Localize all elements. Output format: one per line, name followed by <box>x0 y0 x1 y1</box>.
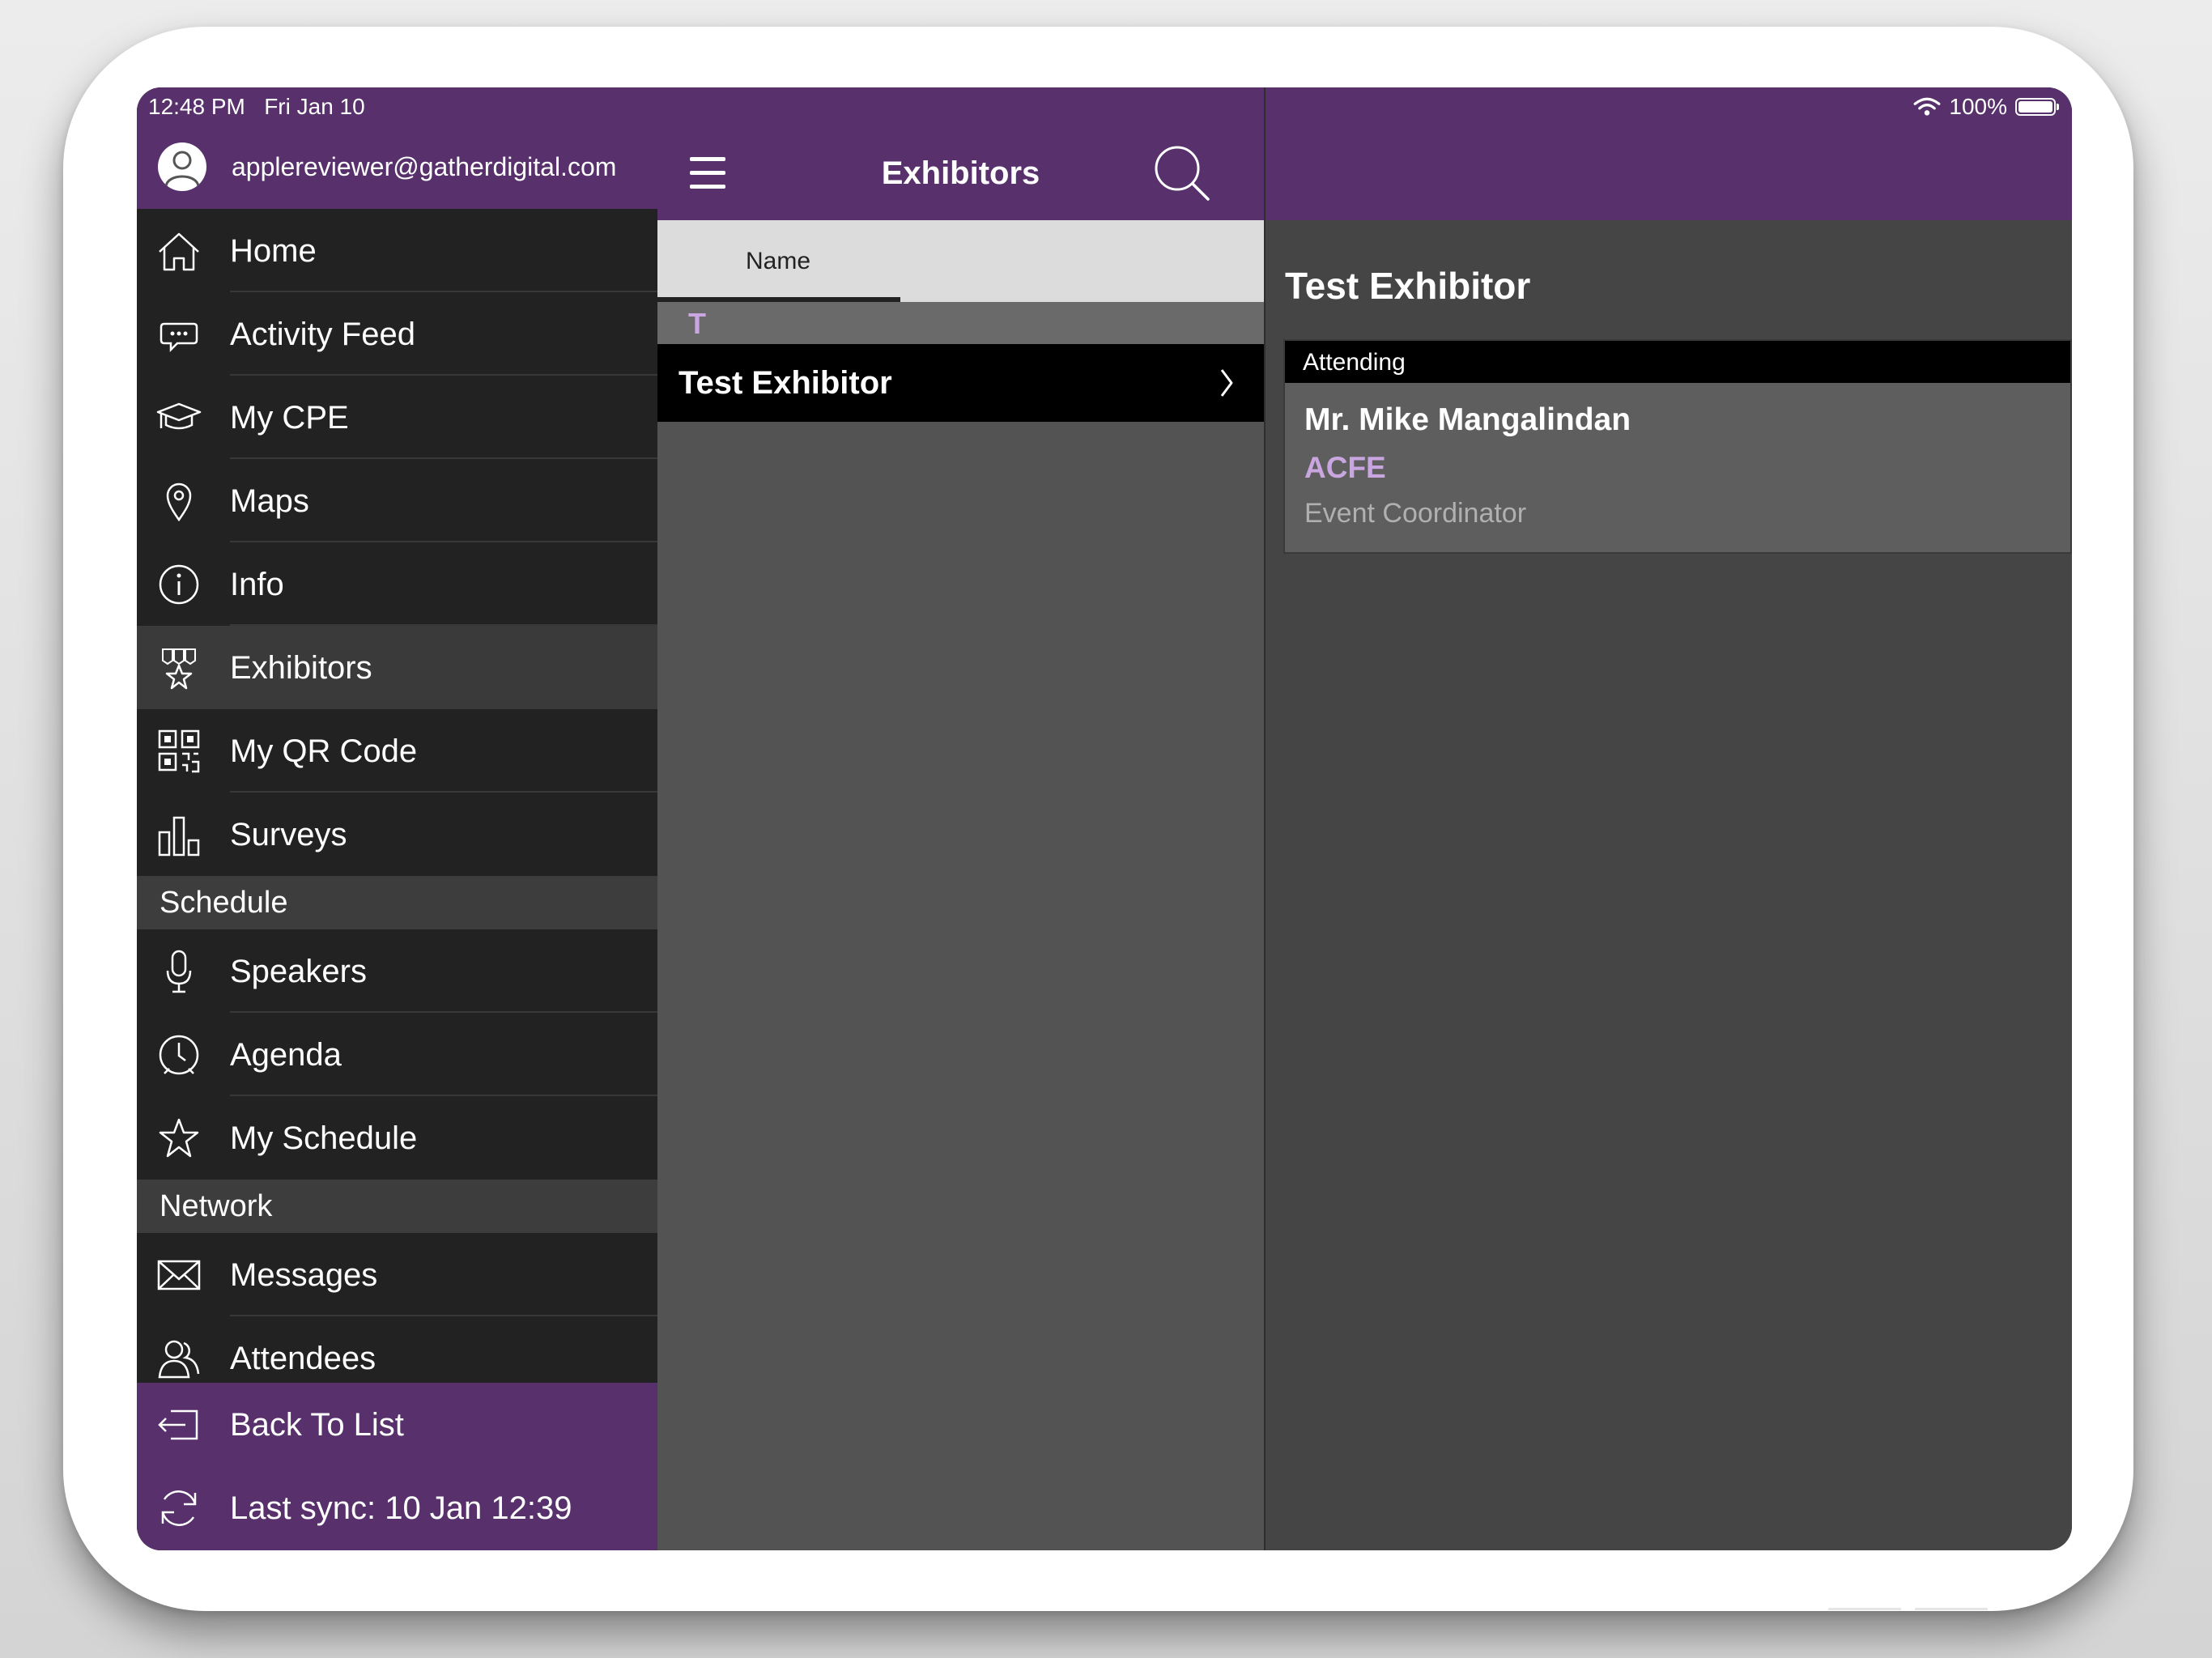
graduation-cap-icon <box>156 396 202 440</box>
sidebar-item-label: Messages <box>230 1257 378 1293</box>
sidebar-item-speakers[interactable]: Speakers <box>137 929 657 1013</box>
sort-tab-bar: Name <box>657 220 1264 302</box>
sidebar-item-label: Agenda <box>230 1037 342 1073</box>
sidebar-item-label: Home <box>230 233 317 269</box>
status-bar: 12:48 PM Fri Jan 10 100% <box>137 87 2072 126</box>
section-header-network: Network <box>137 1180 657 1233</box>
last-sync-label: Last sync: 10 Jan 12:39 <box>230 1490 572 1526</box>
battery-percent: 100% <box>1949 94 2007 119</box>
sidebar-item-my-qr-code[interactable]: My QR Code <box>137 709 657 793</box>
section-index-header: T <box>657 302 1264 344</box>
sync-button[interactable]: Last sync: 10 Jan 12:39 <box>137 1466 657 1550</box>
sidebar-item-label: Surveys <box>230 817 347 852</box>
sidebar-item-label: My QR Code <box>230 733 418 769</box>
chat-bubble-icon <box>156 312 202 356</box>
user-email: applereviewer@gatherdigital.com <box>232 152 617 181</box>
back-to-list-label: Back To List <box>230 1407 404 1443</box>
tab-label: Name <box>746 248 811 274</box>
sidebar-item-label: Speakers <box>230 954 367 989</box>
home-indicator <box>1915 1608 1988 1610</box>
envelope-icon <box>156 1253 202 1297</box>
back-to-list-button[interactable]: Back To List <box>137 1383 657 1466</box>
sidebar-item-maps[interactable]: Maps <box>137 459 657 542</box>
list-item-label: Test Exhibitor <box>678 365 892 401</box>
sidebar-item-activity-feed[interactable]: Activity Feed <box>137 292 657 376</box>
status-indicators: 100% <box>1913 94 2059 120</box>
sidebar-item-label: Info <box>230 567 284 602</box>
sidebar-item-surveys[interactable]: Surveys <box>137 793 657 876</box>
map-pin-icon <box>156 479 202 523</box>
sidebar-item-label: Exhibitors <box>230 650 372 686</box>
search-icon[interactable] <box>1153 144 1211 202</box>
exhibitor-star-icon <box>156 646 202 690</box>
sidebar-item-agenda[interactable]: Agenda <box>137 1013 657 1096</box>
status-clock: 12:48 PM <box>148 94 245 119</box>
sidebar-item-info[interactable]: Info <box>137 542 657 626</box>
sync-icon <box>156 1486 202 1530</box>
sidebar-item-label: My Schedule <box>230 1120 418 1156</box>
card-header-label: Attending <box>1303 349 1406 376</box>
sidebar-item-messages[interactable]: Messages <box>137 1233 657 1316</box>
status-date: Fri Jan 10 <box>264 94 365 119</box>
sidebar-item-exhibitors[interactable]: Exhibitors <box>137 626 657 709</box>
clock-icon <box>156 1033 202 1077</box>
avatar <box>158 142 206 191</box>
star-icon <box>156 1116 202 1160</box>
section-letter: T <box>688 307 706 340</box>
app-screen: applereviewer@gatherdigital.com Home Act… <box>137 87 2072 1550</box>
person-name: Mr. Mike Mangalindan <box>1304 402 1631 437</box>
exhibitor-list-pane: Exhibitors Name T Test Exhibitor <box>657 87 1264 1550</box>
section-header-schedule: Schedule <box>137 876 657 929</box>
card-header: Attending <box>1285 341 2070 383</box>
wifi-icon <box>1913 97 1941 116</box>
sidebar-item-my-schedule[interactable]: My Schedule <box>137 1096 657 1180</box>
detail-title: Test Exhibitor <box>1285 265 1531 307</box>
person-role: Event Coordinator <box>1304 498 1527 529</box>
person-organization: ACFE <box>1304 451 1386 484</box>
battery-icon <box>2015 98 2059 116</box>
chevron-right-icon <box>1219 367 1236 399</box>
sidebar-item-label: Activity Feed <box>230 317 415 352</box>
sidebar-menu: applereviewer@gatherdigital.com Home Act… <box>137 87 657 1550</box>
sidebar-item-my-cpe[interactable]: My CPE <box>137 376 657 459</box>
status-time: 12:48 PM Fri Jan 10 <box>148 94 365 120</box>
attending-card[interactable]: Attending Mr. Mike Mangalindan ACFE Even… <box>1283 339 2072 554</box>
sidebar-nav-list: Home Activity Feed My CPE Maps Info Exhi… <box>137 209 657 1400</box>
home-indicator <box>1828 1608 1901 1610</box>
user-silhouette-icon <box>164 151 200 187</box>
list-item[interactable]: Test Exhibitor <box>657 344 1264 422</box>
exhibitor-detail-pane: Test Exhibitor Attending Mr. Mike Mangal… <box>1266 87 2072 1550</box>
tab-name[interactable]: Name <box>657 220 900 302</box>
sidebar-footer: Back To List Last sync: 10 Jan 12:39 <box>137 1383 657 1550</box>
qr-code-icon <box>156 729 202 773</box>
sidebar-item-home[interactable]: Home <box>137 209 657 292</box>
section-header-label: Network <box>160 1189 273 1223</box>
sidebar-item-label: My CPE <box>230 400 349 436</box>
bar-chart-icon <box>156 813 202 857</box>
sidebar-item-label: Maps <box>230 483 309 519</box>
people-icon <box>156 1337 202 1380</box>
home-icon <box>156 229 202 273</box>
info-icon <box>156 563 202 606</box>
exit-arrow-icon <box>156 1403 202 1447</box>
microphone-icon <box>156 950 202 993</box>
section-header-label: Schedule <box>160 886 288 920</box>
sidebar-item-label: Attendees <box>230 1341 376 1376</box>
